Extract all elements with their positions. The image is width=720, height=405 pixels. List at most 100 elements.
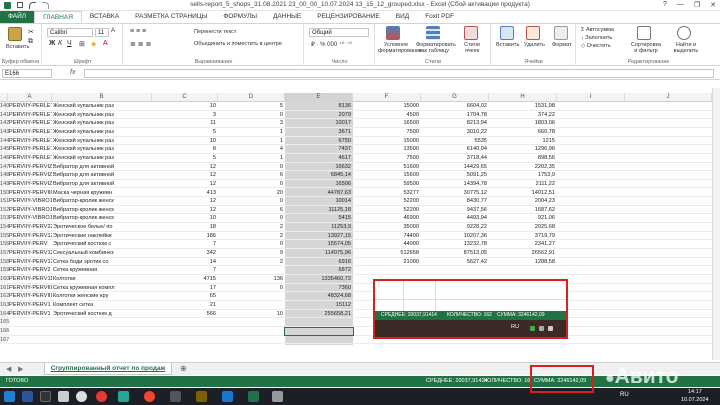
cell-c[interactable]: 65 xyxy=(152,292,216,301)
cell-b[interactable]: Колготки xyxy=(53,275,151,284)
cell-b[interactable]: Вибратор для активной xyxy=(53,171,151,180)
cell-g[interactable]: 10207,36 xyxy=(421,232,487,241)
cell-c[interactable]: 7 xyxy=(152,240,216,249)
row-header[interactable]: 161 xyxy=(0,283,9,293)
cell-h[interactable]: 898,56 xyxy=(489,154,555,163)
cell-e[interactable]: 10017 xyxy=(285,119,351,128)
cell-d[interactable]: 0 xyxy=(218,240,283,249)
bold-icon[interactable]: Ж xyxy=(49,40,55,47)
cell-f[interactable]: 35000 xyxy=(353,223,419,232)
cell-b[interactable]: Женский купальник раз xyxy=(53,137,151,146)
app-icon[interactable] xyxy=(170,391,181,402)
cell-f[interactable]: 7500 xyxy=(353,154,419,163)
close-button[interactable]: ✕ xyxy=(710,1,716,9)
row-header[interactable]: 164 xyxy=(0,309,9,319)
cell-c[interactable]: 342 xyxy=(152,249,216,258)
column-header-c[interactable]: C xyxy=(152,93,218,102)
row-header[interactable]: 167 xyxy=(0,335,9,345)
row-header[interactable]: 156 xyxy=(0,240,9,250)
cell-b[interactable]: Женский купальник раз xyxy=(53,102,151,111)
cell-a[interactable]: PERVIIY-PERLETO-КОРИЧ xyxy=(9,119,52,128)
cell-a[interactable]: PERVIIY-PERV22 xyxy=(9,223,52,232)
cell-a[interactable]: PERVIIY-PERLETO-БЕЛЫЙ xyxy=(9,102,52,111)
cell-g[interactable]: 14394,78 xyxy=(421,180,487,189)
align-top-icon[interactable]: ≡ ≡ ≡ xyxy=(130,28,146,35)
cell-c[interactable]: 10 xyxy=(152,214,216,223)
cell-g[interactable]: 9437,56 xyxy=(421,206,487,215)
cell-g[interactable]: 8430,77 xyxy=(421,197,487,206)
prev-sheet-icon[interactable]: ◀ xyxy=(6,365,11,373)
cell-d[interactable]: 2 xyxy=(218,232,283,241)
cell-a[interactable]: PERVIIY-PERVIII xyxy=(9,284,52,293)
row-header[interactable]: 154 xyxy=(0,223,9,232)
cell-e[interactable]: 2079 xyxy=(285,111,351,120)
cell-f[interactable]: 74400 xyxy=(353,232,419,241)
fill-button[interactable]: ↓ Заполнить xyxy=(581,35,612,41)
conditional-format-button[interactable]: Условное форматирование xyxy=(378,42,422,54)
cell-g[interactable]: 3718,44 xyxy=(421,154,487,163)
tab-foxit-pdf[interactable]: Foxit PDF xyxy=(417,11,462,23)
cell-b[interactable]: Сетка кружевная xyxy=(53,266,151,275)
row-header[interactable]: 149 xyxy=(0,179,9,189)
cell-f[interactable]: 46900 xyxy=(353,214,419,223)
cell-f[interactable]: 53277 xyxy=(353,189,419,198)
cell-h[interactable]: 1803,06 xyxy=(489,119,555,128)
cell-e[interactable]: 16632 xyxy=(285,163,351,172)
row-header[interactable]: 140 xyxy=(0,102,9,111)
select-all-corner[interactable] xyxy=(0,93,8,102)
cell-d[interactable]: 1 xyxy=(218,154,283,163)
cell-h[interactable]: 660,78 xyxy=(489,128,555,137)
row-header[interactable]: 157 xyxy=(0,249,9,258)
cell-c[interactable]: 186 xyxy=(152,232,216,241)
cell-f[interactable]: 512658 xyxy=(353,249,419,258)
cell-a[interactable]: PERVIIY-PERV12 xyxy=(9,232,52,241)
cell-c[interactable]: 10 xyxy=(152,137,216,146)
row-header[interactable]: 160 xyxy=(0,275,9,284)
cell-e[interactable]: 11125,18 xyxy=(285,206,352,215)
paste-button[interactable]: Вставить xyxy=(6,44,29,50)
app-icon[interactable] xyxy=(222,391,233,402)
cell-c[interactable]: 12 xyxy=(152,163,216,172)
app-icon[interactable] xyxy=(118,391,129,402)
cut-icon[interactable]: ✂ xyxy=(28,28,34,36)
cell-c[interactable]: 3 xyxy=(152,111,216,120)
add-sheet-icon[interactable]: ⊕ xyxy=(180,364,187,373)
cell-b[interactable]: Сексуальный комбинез xyxy=(53,249,151,258)
format-cells-button[interactable]: Формат xyxy=(552,42,572,48)
find-select-button[interactable]: Найти и выделить xyxy=(669,42,703,54)
cell-h[interactable]: 921,06 xyxy=(489,214,555,223)
cell-h[interactable]: 1296,96 xyxy=(489,145,555,154)
cell-b[interactable]: Женский купальник раз xyxy=(53,154,151,163)
merge-center-button[interactable]: Объединить и поместить в центре xyxy=(194,41,282,47)
cell-f[interactable]: 21000 xyxy=(353,258,419,267)
cell-h[interactable]: 1288,58 xyxy=(489,258,555,267)
cell-a[interactable]: PERVIIY-PERV xyxy=(9,240,52,249)
format-as-table-icon[interactable] xyxy=(426,26,440,40)
row-header[interactable]: 158 xyxy=(0,257,9,267)
chrome-icon[interactable] xyxy=(96,391,107,402)
cell-a[interactable]: PERVIIY-VIBRO1-БЕЛЫЙ xyxy=(9,206,52,215)
cell-h[interactable]: 2004,23 xyxy=(489,197,555,206)
name-box[interactable]: E166 xyxy=(2,69,52,78)
sort-filter-button[interactable]: Сортировка и фильтр xyxy=(629,42,663,54)
cell-a[interactable]: PERVIIY-PERLETO-МЯТН xyxy=(9,137,52,146)
cell-e[interactable]: 13927,15 xyxy=(285,232,351,241)
row-header[interactable]: 143 xyxy=(0,127,9,137)
cell-g[interactable]: 30775,12 xyxy=(421,189,487,198)
font-size-select[interactable]: 11 xyxy=(95,28,109,37)
column-header-g[interactable]: G xyxy=(421,93,489,102)
cell-h[interactable]: 26562,91 xyxy=(489,249,555,258)
row-header[interactable]: 144 xyxy=(0,136,9,146)
cell-e[interactable]: 6750 xyxy=(285,137,351,146)
cell-f[interactable]: 15000 xyxy=(353,102,419,111)
help-button[interactable]: ? xyxy=(663,1,667,9)
tab-formulas[interactable]: ФОРМУЛЫ xyxy=(215,11,265,23)
cell-a[interactable]: PERVIIY-PERVIIO xyxy=(9,189,52,198)
restore-button[interactable]: ❐ xyxy=(694,1,700,9)
cell-a[interactable]: PERVIIY-VIBRO1-ЧЕРН xyxy=(9,214,52,223)
cell-c[interactable]: 12 xyxy=(152,197,216,206)
cell-b[interactable]: Женский купальник раз xyxy=(53,119,151,128)
number-format-select[interactable]: Общий xyxy=(309,28,369,37)
wrap-text-button[interactable]: Перенести текст xyxy=(194,29,236,35)
cell-c[interactable]: 10 xyxy=(152,102,216,111)
